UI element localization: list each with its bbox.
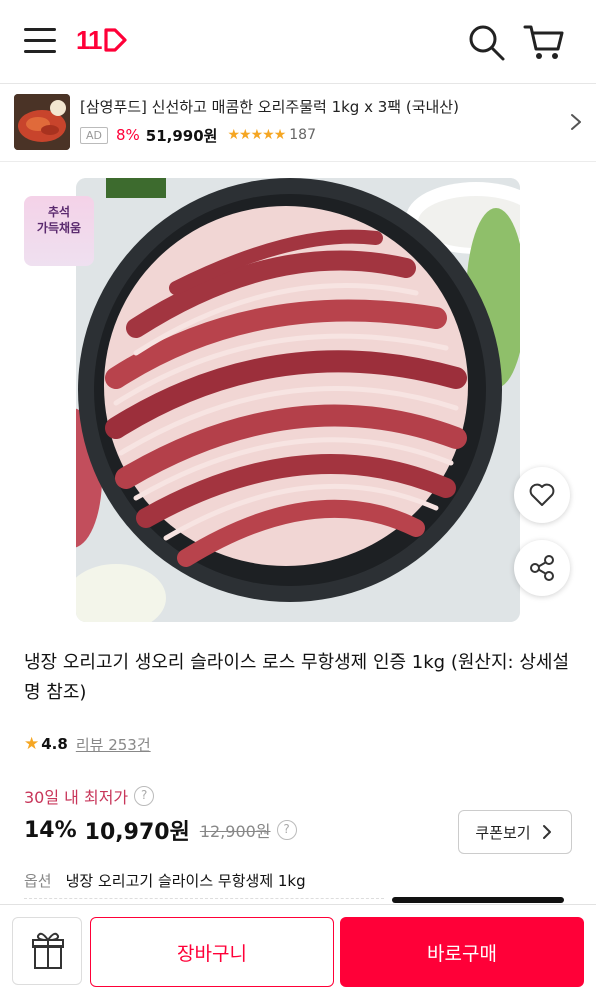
product-image[interactable] [76,178,520,622]
chevron-right-icon[interactable] [568,112,584,132]
ad-discount: 8% [116,126,140,144]
option-row[interactable]: 옵션 냉장 오리고기 슬라이스 무항생제 1kg [24,866,306,894]
discount-rate: 14% [24,817,77,843]
option-label: 옵션 [24,871,52,890]
buy-now-button[interactable]: 바로구매 [340,917,584,987]
lowest-price-label: 30일 내 최저가 ? [24,784,155,808]
coupon-label: 쿠폰보기 [475,823,531,842]
header: 11 [0,0,596,84]
wishlist-button[interactable] [514,467,570,523]
ad-meta: AD 8% 51,990원 ★★★★★ 187 [80,124,316,146]
ad-banner[interactable]: [삼영푸드] 신선하고 매콤한 오리주물럭 1kg x 3팩 (국내산) AD … [0,84,596,162]
lowest-price-text: 30일 내 최저가 [24,788,129,807]
ad-thumbnail [14,94,70,150]
heart-icon [529,483,555,506]
share-button[interactable] [514,540,570,596]
ad-badge: AD [80,126,108,144]
add-to-cart-label: 장바구니 [177,942,247,965]
ad-title: [삼영푸드] 신선하고 매콤한 오리주물럭 1kg x 3팩 (국내산) [80,98,459,116]
promo-badge-line1: 추석 [47,205,71,219]
logo[interactable]: 11 [76,22,128,58]
original-price: 12,900원 [199,822,271,841]
sale-price: 10,970원 [84,820,190,845]
menu-icon[interactable] [24,26,56,56]
coupon-button[interactable]: 쿠폰보기 [458,810,572,854]
chevron-right-icon [542,825,551,839]
option-value: 냉장 오리고기 슬라이스 무항생제 1kg [65,871,306,890]
logo-text: 11 [76,24,102,55]
star-icon: ★ [24,734,40,754]
ad-review-count: 187 [289,127,316,143]
ad-rating-stars: ★★★★★ [227,127,286,143]
promo-badge: 추석 가득채움 [24,196,94,266]
promo-badge-line2: 가득채움 [36,221,82,235]
buy-now-label: 바로구매 [427,942,497,965]
share-icon [530,555,554,581]
help-icon[interactable]: ? [276,820,297,840]
product-rating: ★ 4.8 리뷰 253건 [24,732,151,756]
scroll-indicator [392,897,564,903]
gift-icon [32,932,64,969]
rating-value: 4.8 [41,735,68,753]
gift-button[interactable] [12,917,82,985]
bottom-action-bar: 장바구니 바로구매 [0,904,596,1000]
logo-arrow-icon [103,28,127,52]
ad-price: 51,990원 [145,126,218,145]
add-to-cart-button[interactable]: 장바구니 [90,917,334,987]
divider [24,898,384,899]
price-row: 14% 10,970원 12,900원 ? [24,812,297,848]
help-icon[interactable]: ? [134,786,155,806]
product-title: 냉장 오리고기 생오리 슬라이스 로스 무항생제 인증 1kg (원산지: 상세… [24,652,570,703]
cart-icon[interactable] [522,22,566,62]
review-link[interactable]: 리뷰 253건 [76,734,151,755]
search-icon[interactable] [466,22,506,62]
